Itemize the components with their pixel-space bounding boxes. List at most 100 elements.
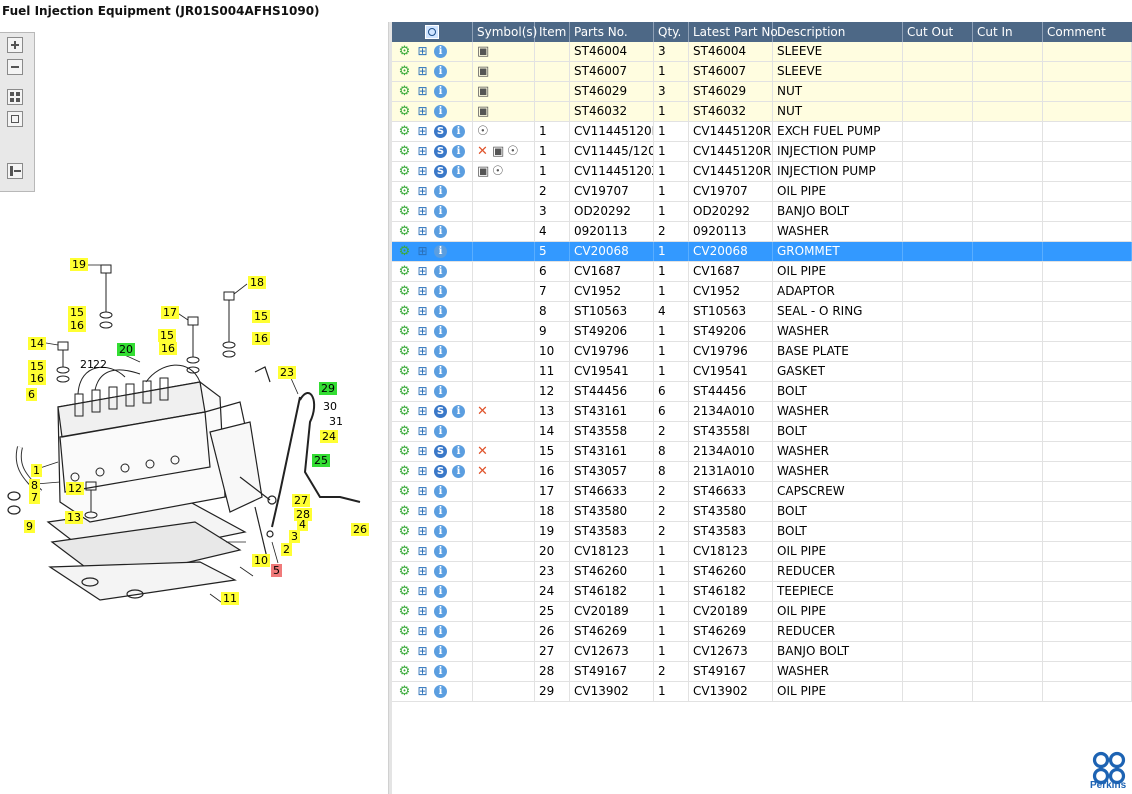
callout-31[interactable]: 31 [327,415,345,428]
settings-gear-icon[interactable]: ⚙ [398,505,411,518]
callout-1[interactable]: 1 [31,464,42,477]
info-icon[interactable]: i [434,305,447,318]
column-header-cut-out[interactable]: Cut Out [903,22,973,42]
callout-16[interactable]: 16 [68,319,86,332]
callout-6[interactable]: 6 [26,388,37,401]
table-row[interactable]: ⚙ ⊞ i 9 ST49206 1 ST49206 WASHER [392,322,1132,342]
shopping-cart-icon[interactable]: ⊞ [416,425,429,438]
table-row[interactable]: ⚙ ⊞ i ▣ ST46007 1 ST46007 SLEEVE [392,62,1132,82]
shopping-cart-icon[interactable]: ⊞ [416,365,429,378]
shopping-cart-icon[interactable]: ⊞ [416,325,429,338]
shopping-cart-icon[interactable]: ⊞ [416,405,429,418]
info-icon[interactable]: i [452,165,465,178]
callout-14[interactable]: 14 [28,337,46,350]
shopping-cart-icon[interactable]: ⊞ [416,505,429,518]
table-row[interactable]: ⚙ ⊞ i 18 ST43580 2 ST43580 BOLT [392,502,1132,522]
table-row[interactable]: ⚙ ⊞ i 2 CV19707 1 CV19707 OIL PIPE [392,182,1132,202]
settings-gear-icon[interactable]: ⚙ [398,665,411,678]
info-icon[interactable]: i [434,245,447,258]
book-reference-icon[interactable]: ▣ [492,144,504,159]
settings-gear-icon[interactable]: ⚙ [398,645,411,658]
shopping-cart-icon[interactable]: ⊞ [416,385,429,398]
column-header-parts-no[interactable]: Parts No. [570,22,654,42]
book-reference-icon[interactable]: ▣ [477,104,489,119]
settings-gear-icon[interactable]: ⚙ [398,245,411,258]
settings-gear-icon[interactable]: ⚙ [398,85,411,98]
info-icon[interactable]: i [434,505,447,518]
info-icon[interactable]: i [434,105,447,118]
callout-16[interactable]: 16 [252,332,270,345]
shopping-cart-icon[interactable]: ⊞ [416,645,429,658]
book-reference-icon[interactable]: ▣ [477,44,489,59]
shopping-cart-icon[interactable]: ⊞ [416,565,429,578]
callout-16[interactable]: 16 [28,372,46,385]
shopping-cart-icon[interactable]: ⊞ [416,85,429,98]
settings-gear-icon[interactable]: ⚙ [398,485,411,498]
shopping-cart-icon[interactable]: ⊞ [416,525,429,538]
callout-9[interactable]: 9 [24,520,35,533]
table-row[interactable]: ⚙ ⊞ i ▣ ST46004 3 ST46004 SLEEVE [392,42,1132,62]
info-icon[interactable]: i [434,65,447,78]
table-row[interactable]: ⚙ ⊞ i 20 CV18123 1 CV18123 OIL PIPE [392,542,1132,562]
info-icon[interactable]: i [452,405,465,418]
callout-18[interactable]: 18 [248,276,266,289]
shopping-cart-icon[interactable]: ⊞ [416,165,429,178]
shopping-cart-icon[interactable]: ⊞ [416,205,429,218]
shopping-cart-icon[interactable]: ⊞ [416,245,429,258]
table-row[interactable]: ⚙ ⊞ i 19 ST43583 2 ST43583 BOLT [392,522,1132,542]
info-icon[interactable]: i [434,385,447,398]
table-row[interactable]: ⚙ ⊞ Si ✕ ▣ ☉ 1 CV11445/120 1 CV1445120R INJECTION … [392,142,1132,162]
callout-10[interactable]: 10 [252,554,270,567]
info-icon[interactable]: i [434,45,447,58]
book-reference-icon[interactable]: ▣ [477,84,489,99]
callout-15[interactable]: 15 [158,329,176,342]
table-row[interactable]: ⚙ ⊞ i 4 0920113 2 0920113 WASHER [392,222,1132,242]
shopping-cart-icon[interactable]: ⊞ [416,285,429,298]
settings-gear-icon[interactable]: ⚙ [398,225,411,238]
table-row[interactable]: ⚙ ⊞ Si ▣ ☉ 1 CV11445120Z 1 CV1445120R INJECTION P… [392,162,1132,182]
shopping-cart-icon[interactable]: ⊞ [416,345,429,358]
shopping-cart-icon[interactable]: ⊞ [416,305,429,318]
shopping-cart-icon[interactable]: ⊞ [416,625,429,638]
supersession-icon[interactable]: S [434,145,447,158]
settings-gear-icon[interactable]: ⚙ [398,585,411,598]
callout-17[interactable]: 17 [161,306,179,319]
table-row[interactable]: ⚙ ⊞ Si ✕ 13 ST43161 6 2134A010 WASHER [392,402,1132,422]
shopping-cart-icon[interactable]: ⊞ [416,585,429,598]
callout-23[interactable]: 23 [278,366,296,379]
callout-20[interactable]: 20 [117,343,135,356]
callout-24[interactable]: 24 [320,430,338,443]
info-icon[interactable]: i [434,85,447,98]
column-header-cut-in[interactable]: Cut In [973,22,1043,42]
settings-gear-icon[interactable]: ⚙ [398,525,411,538]
multi-gear-icon[interactable]: ⚙ [398,605,411,618]
callout-15[interactable]: 15 [252,310,270,323]
table-row[interactable]: ⚙ ⊞ Si ☉ 1 CV11445120R 1 CV1445120R EXCH FUEL PU… [392,122,1132,142]
callout-30[interactable]: 30 [321,400,339,413]
info-icon[interactable]: i [434,185,447,198]
settings-gear-icon[interactable]: ⚙ [398,105,411,118]
table-row[interactable]: ⚙ ⊞ i 11 CV19541 1 CV19541 GASKET [392,362,1132,382]
multi-gear-icon[interactable]: ⚙ [398,685,411,698]
callout-16[interactable]: 16 [159,342,177,355]
shopping-cart-icon[interactable]: ⊞ [416,125,429,138]
column-header-description[interactable]: Description [773,22,903,42]
table-row[interactable]: ⚙ ⊞ i 25 CV20189 1 CV20189 OIL PIPE [392,602,1132,622]
shopping-cart-icon[interactable]: ⊞ [416,65,429,78]
info-icon[interactable]: i [434,425,447,438]
shopping-cart-icon[interactable]: ⊞ [416,545,429,558]
book-reference-icon[interactable]: ▣ [477,164,489,179]
info-icon[interactable]: i [434,605,447,618]
column-header-latest-part-no[interactable]: Latest Part No. [689,22,781,42]
comment-bubble-icon[interactable]: ☉ [477,124,489,139]
comment-bubble-icon[interactable]: ☉ [507,144,519,159]
shopping-cart-icon[interactable]: ⊞ [416,265,429,278]
settings-gear-icon[interactable]: ⚙ [398,465,411,478]
settings-gear-icon[interactable]: ⚙ [398,65,411,78]
info-icon[interactable]: i [452,125,465,138]
multi-gear-icon[interactable]: ⚙ [398,545,411,558]
column-header-comment[interactable]: Comment [1043,22,1132,42]
callout-3[interactable]: 3 [289,530,300,543]
table-row[interactable]: ⚙ ⊞ i 24 ST46182 1 ST46182 TEEPIECE [392,582,1132,602]
table-row[interactable]: ⚙ ⊞ i ▣ ST46029 3 ST46029 NUT [392,82,1132,102]
